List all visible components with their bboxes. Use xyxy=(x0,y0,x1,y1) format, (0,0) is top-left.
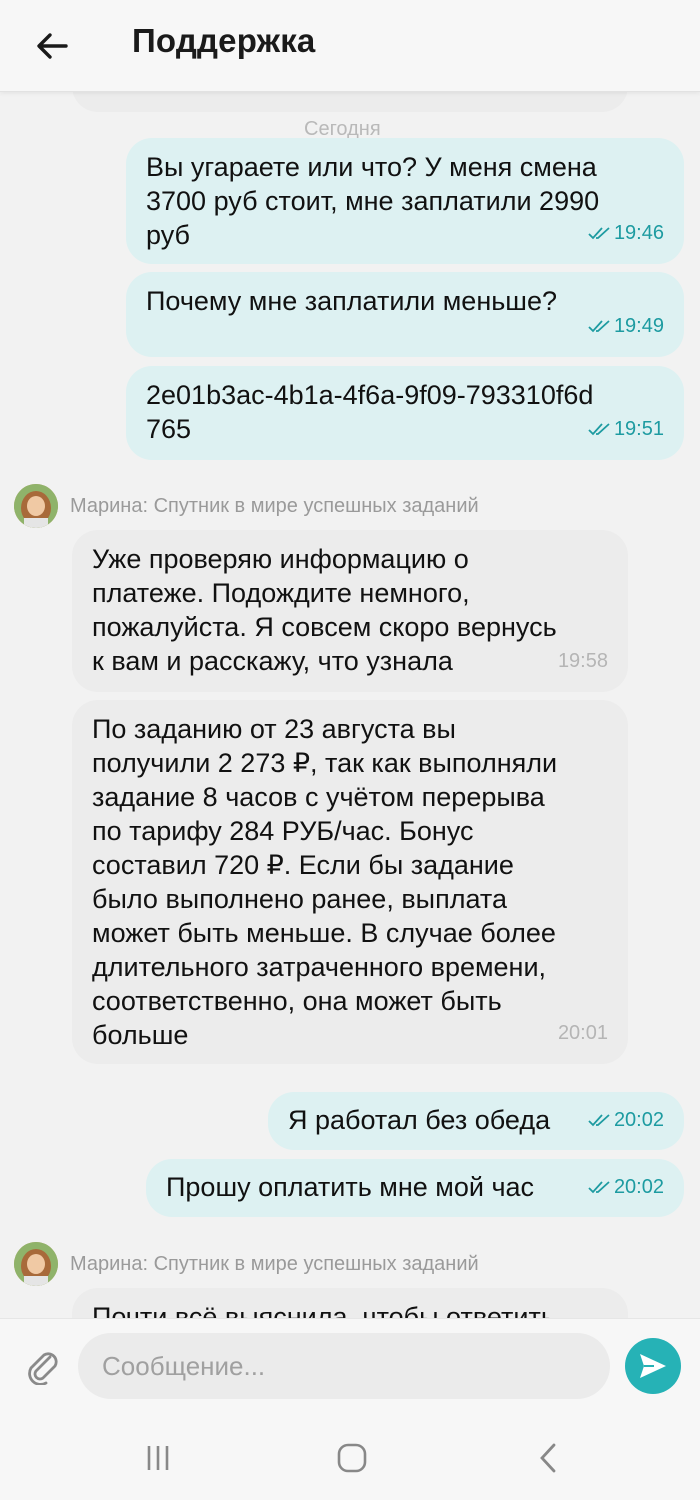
message-meta: 20:02 xyxy=(588,1103,664,1137)
message-time: 20:01 xyxy=(557,1022,608,1044)
message-input[interactable] xyxy=(78,1333,610,1399)
message-text: 2e01b3ac-4b1a-4f6a-9f09-793310f6d 765 xyxy=(146,380,594,444)
double-check-icon xyxy=(588,423,610,436)
outgoing-message[interactable]: Вы угараете или что? У меня смена 3700 р… xyxy=(126,138,684,264)
support-chat-screen: Поддержка Сегодня Вы угараете или что? У… xyxy=(0,0,700,1500)
arrow-left-icon xyxy=(37,33,68,59)
message-composer xyxy=(0,1318,700,1414)
message-text: Вы угараете или что? У меня смена 3700 р… xyxy=(146,152,600,250)
back-nav-button[interactable] xyxy=(528,1438,568,1478)
sender-name: Марина: Спутник в мире успешных заданий xyxy=(70,1252,479,1275)
message-time: 20:02 xyxy=(613,1109,664,1131)
message-meta: 19:51 xyxy=(588,412,664,446)
double-check-icon xyxy=(588,320,610,333)
back-button[interactable] xyxy=(30,24,74,68)
message-meta: 19:46 xyxy=(588,216,664,250)
previous-message-bubble xyxy=(72,92,628,112)
sender-name: Марина: Спутник в мире успешных заданий xyxy=(70,494,479,517)
message-text: Уже проверяю информацию о платеже. Подож… xyxy=(92,544,557,676)
double-check-icon xyxy=(588,1114,610,1127)
avatar[interactable] xyxy=(14,1242,58,1286)
message-text: Почти всё выяснила, чтобы ответить xyxy=(92,1302,555,1318)
page-title: Поддержка xyxy=(132,22,316,59)
person-avatar-icon xyxy=(14,484,58,528)
send-button[interactable] xyxy=(625,1338,681,1394)
sender-header: Марина: Спутник в мире успешных заданий xyxy=(14,484,479,528)
message-meta: 19:49 xyxy=(588,309,664,343)
home-button[interactable] xyxy=(332,1438,372,1478)
chevron-left-icon xyxy=(540,1443,556,1473)
system-navigation-bar xyxy=(0,1414,700,1500)
recent-apps-icon xyxy=(147,1446,169,1470)
outgoing-message[interactable]: Почему мне заплатили меньше? 19:49 xyxy=(126,272,684,357)
double-check-icon xyxy=(588,227,610,240)
person-avatar-icon xyxy=(14,1242,58,1286)
message-meta: 20:01 xyxy=(558,1016,608,1050)
message-meta: 20:02 xyxy=(588,1170,664,1204)
message-time: 19:49 xyxy=(613,315,664,337)
message-text: По заданию от 23 августа вы получили 2 2… xyxy=(92,714,558,1050)
message-list[interactable]: Сегодня Вы угараете или что? У меня смен… xyxy=(0,92,700,1318)
incoming-message[interactable]: Почти всё выяснила, чтобы ответить xyxy=(72,1288,628,1318)
message-time: 20:02 xyxy=(613,1176,664,1198)
incoming-message[interactable]: Уже проверяю информацию о платеже. Подож… xyxy=(72,530,628,692)
recent-apps-button[interactable] xyxy=(138,1438,178,1478)
outgoing-message[interactable]: 2e01b3ac-4b1a-4f6a-9f09-793310f6d 765 19… xyxy=(126,366,684,460)
message-text: Почему мне заплатили меньше? xyxy=(146,286,557,316)
sender-header: Марина: Спутник в мире успешных заданий xyxy=(14,1242,479,1286)
outgoing-message[interactable]: Прошу оплатить мне мой час 20:02 xyxy=(146,1159,684,1217)
message-time: 19:58 xyxy=(557,650,608,672)
app-header: Поддержка xyxy=(0,0,700,92)
message-time: 19:46 xyxy=(613,222,664,244)
home-icon xyxy=(337,1443,367,1473)
double-check-icon xyxy=(588,1181,610,1194)
paperclip-icon xyxy=(28,1352,58,1386)
message-time: 19:51 xyxy=(613,418,664,440)
avatar[interactable] xyxy=(14,484,58,528)
message-meta: 19:58 xyxy=(558,644,608,678)
incoming-message[interactable]: По заданию от 23 августа вы получили 2 2… xyxy=(72,700,628,1064)
send-icon xyxy=(640,1354,666,1378)
outgoing-message[interactable]: Я работал без обеда 20:02 xyxy=(268,1092,684,1150)
attach-button[interactable] xyxy=(22,1345,62,1386)
